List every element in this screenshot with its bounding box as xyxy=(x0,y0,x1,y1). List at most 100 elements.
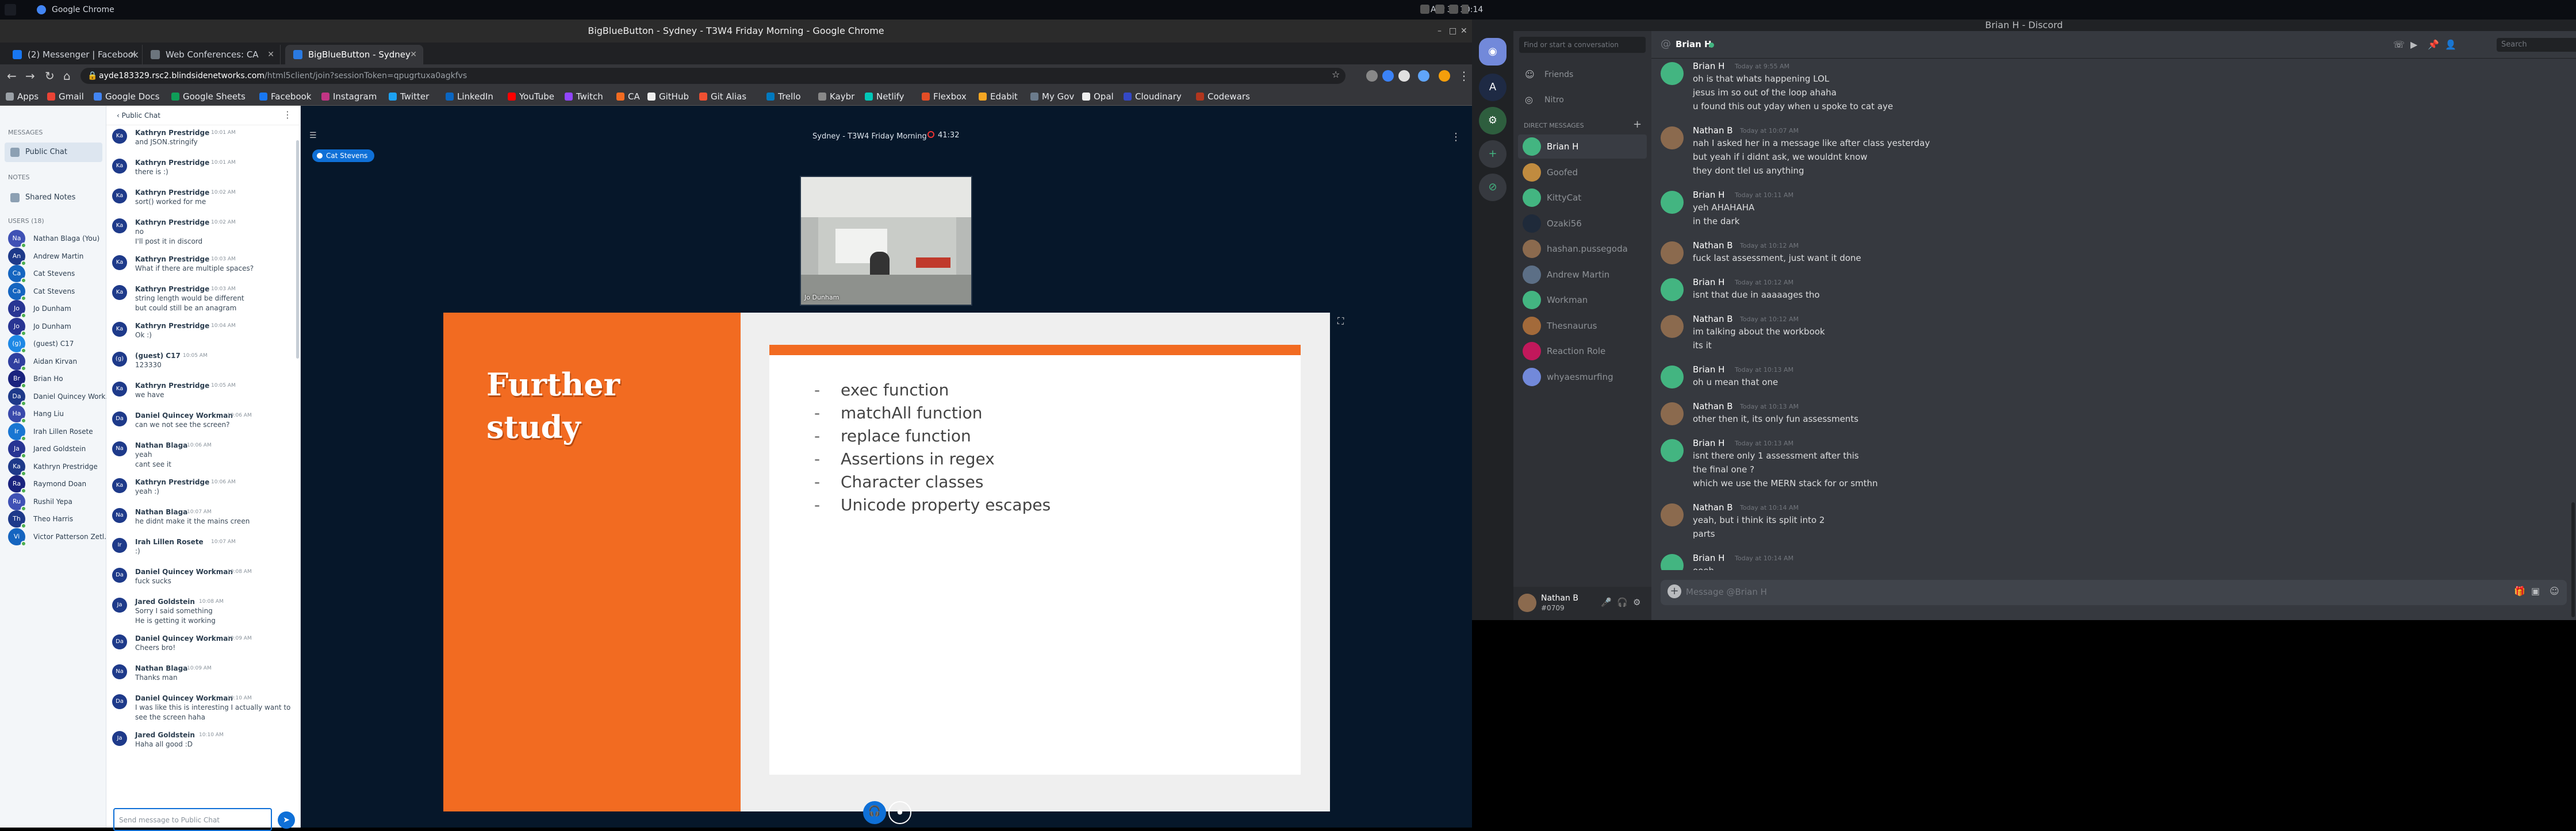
message-avatar[interactable] xyxy=(1661,278,1684,301)
gift-icon[interactable]: 🎁 xyxy=(2514,586,2525,597)
message-avatar[interactable] xyxy=(1661,366,1684,388)
message-input[interactable]: + Message @Brian H 🎁 ▣ ☺ xyxy=(1661,580,2567,605)
message-avatar[interactable] xyxy=(1661,241,1684,264)
forward-icon[interactable]: → xyxy=(25,69,35,83)
address-bar[interactable]: 🔒 ayde183329.rsc2.blindsidenetworks.com/h… xyxy=(80,68,1346,84)
server-icon[interactable]: ⚙ xyxy=(1479,107,1506,134)
find-conversation-input[interactable]: Find or start a conversation xyxy=(1519,37,1646,53)
bookmark-twitter[interactable]: Twitter xyxy=(389,91,429,102)
video-call-icon[interactable]: ▶ xyxy=(2410,39,2417,50)
voice-call-icon[interactable]: ☏ xyxy=(2393,39,2405,50)
volume-icon[interactable] xyxy=(1449,5,1458,14)
bookmark-codewars[interactable]: Codewars xyxy=(1196,91,1250,102)
dm-item[interactable]: Brian H xyxy=(1518,134,1647,159)
send-button[interactable]: ➤ xyxy=(278,811,295,829)
nitro-nav[interactable]: ◎ Nitro xyxy=(1519,89,1646,111)
message-avatar[interactable] xyxy=(1661,554,1684,570)
bookmark-my-gov[interactable]: My Gov xyxy=(1030,91,1074,102)
bookmark-github[interactable]: GitHub xyxy=(647,91,689,102)
bookmark-trello[interactable]: Trello xyxy=(766,91,801,102)
discord-scrollbar[interactable] xyxy=(2571,502,2575,617)
chrome-menu-icon[interactable]: ⋮ xyxy=(1458,69,1470,83)
message-author[interactable]: Brian H xyxy=(1693,364,1724,375)
bookmark-instagram[interactable]: Instagram xyxy=(321,91,377,102)
create-dm-icon[interactable]: + xyxy=(1633,118,1642,130)
bookmark-gmail[interactable]: Gmail xyxy=(47,91,84,102)
discord-titlebar[interactable]: Brian H - Discord xyxy=(1472,20,2576,31)
message-author[interactable]: Brian H xyxy=(1693,61,1724,71)
user-list-item[interactable]: Vi Victor Patterson Zetl... xyxy=(8,526,111,549)
dm-item[interactable]: hashan.pussegoda xyxy=(1518,237,1647,261)
chat-options-icon[interactable]: ⋮ xyxy=(283,109,292,120)
deafen-icon[interactable]: 🎧 xyxy=(1617,597,1628,607)
dm-item[interactable]: Workman xyxy=(1518,288,1647,312)
message-author[interactable]: Nathan B xyxy=(1693,314,1733,324)
extension-icon[interactable] xyxy=(1382,70,1394,82)
extension-icon[interactable] xyxy=(1366,70,1378,82)
lock-icon[interactable]: 🔒 xyxy=(87,68,97,84)
talking-indicator[interactable]: Cat Stevens xyxy=(312,149,375,162)
bookmark-google-sheets[interactable]: Google Sheets xyxy=(171,91,246,102)
mute-icon[interactable]: 🎤 xyxy=(1601,597,1612,607)
shared-notes-item[interactable]: Shared Notes xyxy=(5,190,102,206)
bookmark-kaybr[interactable]: Kaybr xyxy=(818,91,854,102)
bookmark-facebook[interactable]: Facebook xyxy=(259,91,311,102)
message-author[interactable]: Brian H xyxy=(1693,277,1724,287)
join-video-button[interactable]: ⏺ xyxy=(888,801,911,824)
presentation-slide[interactable]: Further study - exec function - matchAll fun… xyxy=(443,313,1330,811)
audio-button[interactable]: 🎧 xyxy=(863,801,886,824)
message-author[interactable]: Nathan B xyxy=(1693,401,1733,411)
dm-item[interactable]: Reaction Role xyxy=(1518,339,1647,363)
bookmark-google-docs[interactable]: Google Docs xyxy=(94,91,159,102)
bookmark-youtube[interactable]: YouTube xyxy=(508,91,554,102)
extensions-puzzle-icon[interactable] xyxy=(1398,70,1410,82)
home-icon[interactable]: ⌂ xyxy=(63,69,71,83)
message-avatar[interactable] xyxy=(1661,402,1684,425)
add-friends-icon[interactable]: 👤 xyxy=(2445,39,2456,50)
dm-message-list[interactable]: Brian H Today at 9:55 AM oh is that whats … xyxy=(1651,59,2576,570)
dm-item[interactable]: whyaesmurfing xyxy=(1518,365,1647,389)
emoji-icon[interactable]: ☺ xyxy=(2550,586,2559,597)
tab-bigbluebutton[interactable]: BigBlueButton - Sydney ✕ xyxy=(285,45,423,64)
public-chat-item[interactable]: Public Chat xyxy=(5,143,102,162)
message-avatar[interactable] xyxy=(1661,191,1684,214)
dm-item[interactable]: Andrew Martin xyxy=(1518,263,1647,287)
settings-gear-icon[interactable]: ⚙ xyxy=(1633,597,1640,607)
gif-icon[interactable]: ▣ xyxy=(2531,586,2540,597)
webcam-video[interactable]: Jo Dunham xyxy=(800,176,972,306)
bookmark-git-alias[interactable]: Git Alias xyxy=(699,91,746,102)
options-menu-icon[interactable]: ⋮ xyxy=(1451,131,1461,143)
chat-scrollbar[interactable] xyxy=(296,140,299,359)
pinned-messages-icon[interactable]: 📌 xyxy=(2428,39,2439,50)
message-author[interactable]: Brian H xyxy=(1693,438,1724,448)
tab-web-conferences[interactable]: Web Conferences: CA ✕ xyxy=(143,45,281,64)
message-avatar[interactable] xyxy=(1661,62,1684,85)
bookmark-star-icon[interactable]: ☆ xyxy=(1332,69,1340,80)
bookmark-linkedin[interactable]: LinkedIn xyxy=(446,91,493,102)
maximize-icon[interactable]: □ xyxy=(1449,20,1456,43)
tray-icon[interactable] xyxy=(1420,5,1429,14)
dm-item[interactable]: Ozaki56 xyxy=(1518,211,1647,236)
message-avatar[interactable] xyxy=(1661,503,1684,526)
close-tab-icon[interactable]: ✕ xyxy=(267,45,274,64)
bookmark-apps[interactable]: Apps xyxy=(6,91,39,102)
activities-icon[interactable] xyxy=(5,4,16,16)
bookmark-twitch[interactable]: Twitch xyxy=(565,91,603,102)
message-author[interactable]: Nathan B xyxy=(1693,125,1733,136)
bookmark-netlify[interactable]: Netlify xyxy=(865,91,904,102)
message-author[interactable]: Brian H xyxy=(1693,190,1724,200)
chat-input[interactable]: Send message to Public Chat xyxy=(113,808,272,831)
bookmark-flexbox[interactable]: Flexbox xyxy=(922,91,967,102)
chat-header[interactable]: ‹ Public Chat xyxy=(106,106,301,125)
message-avatar[interactable] xyxy=(1661,315,1684,338)
profile-avatar[interactable] xyxy=(1418,70,1429,82)
attach-icon[interactable]: + xyxy=(1667,584,1681,598)
focused-app-name[interactable]: Google Chrome xyxy=(52,5,114,14)
bookmark-opal[interactable]: Opal xyxy=(1082,91,1114,102)
close-icon[interactable]: ✕ xyxy=(1460,20,1467,43)
message-author[interactable]: Brian H xyxy=(1693,553,1724,563)
message-avatar[interactable] xyxy=(1661,439,1684,462)
bookmark-ca[interactable]: CA xyxy=(616,91,640,102)
dm-item[interactable]: Thesnaurus xyxy=(1518,314,1647,338)
network-icon[interactable] xyxy=(1435,5,1444,14)
